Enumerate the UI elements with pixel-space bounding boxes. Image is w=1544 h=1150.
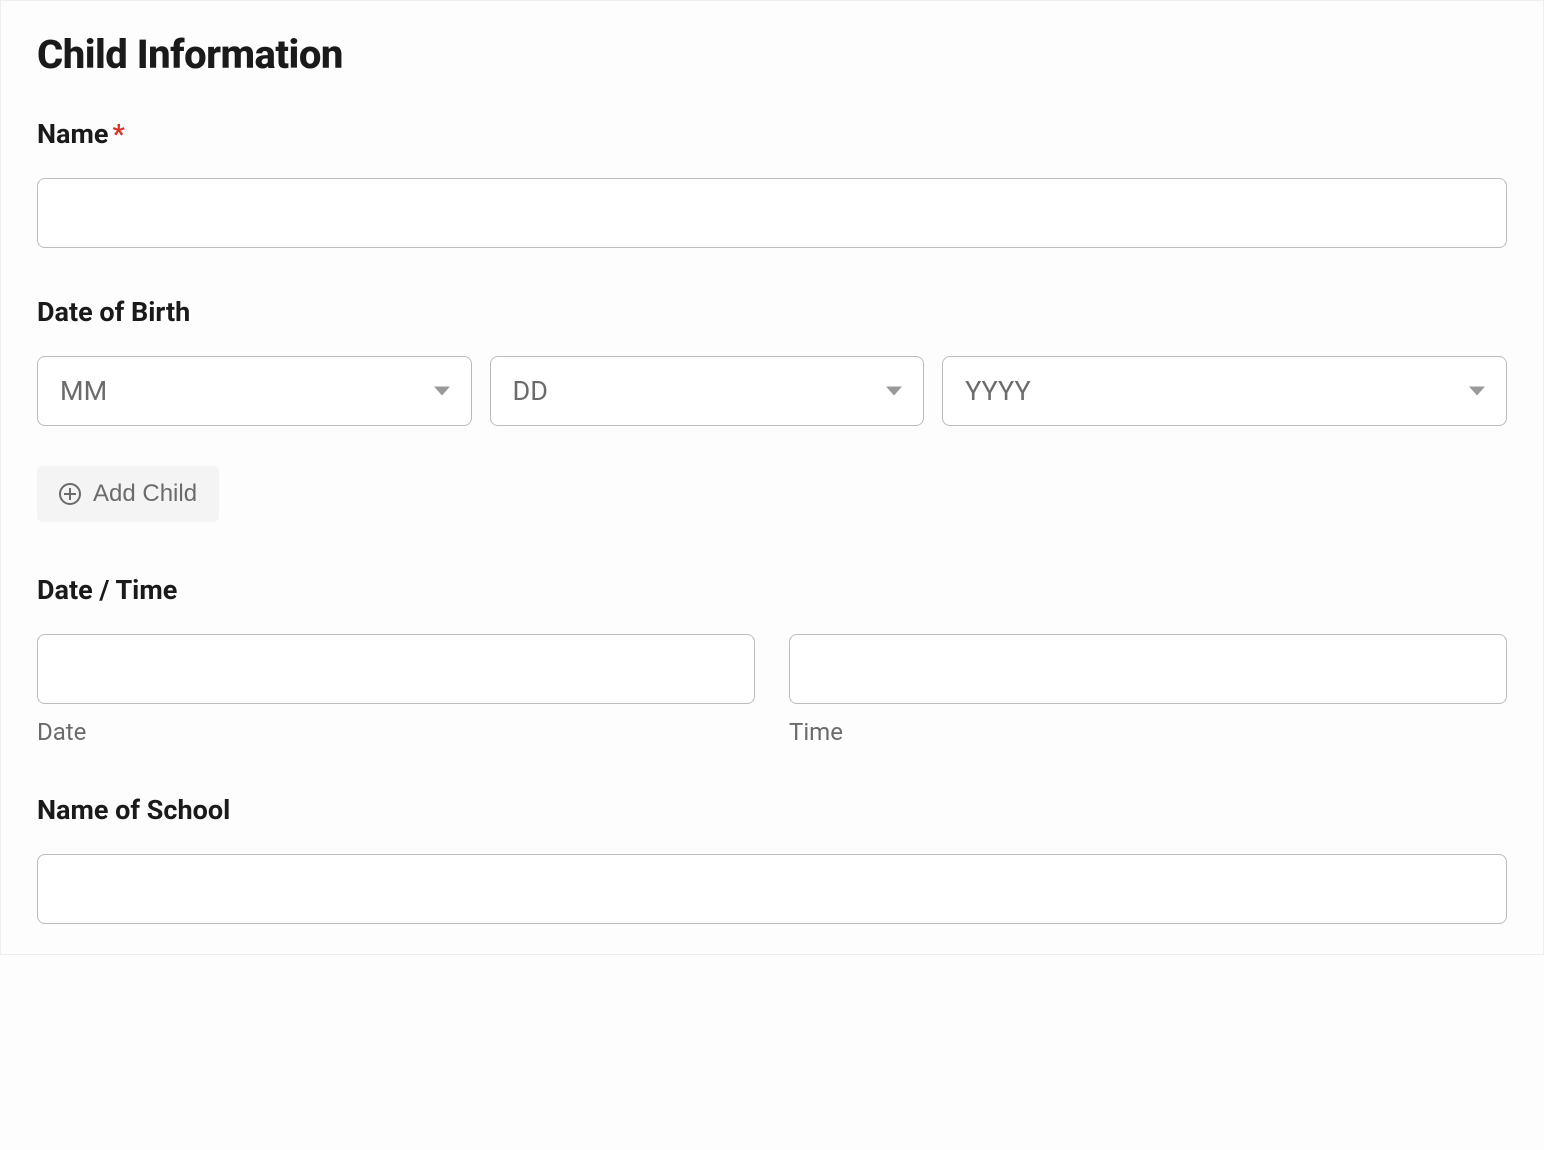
date-column: Date [37, 634, 755, 746]
dob-month-select-wrap: MM [37, 356, 472, 426]
name-input[interactable] [37, 178, 1507, 248]
add-child-button[interactable]: Add Child [37, 466, 219, 522]
dob-year-select-wrap: YYYY [942, 356, 1507, 426]
datetime-row: Date Time [37, 634, 1507, 746]
time-sublabel: Time [789, 718, 1507, 746]
time-input[interactable] [789, 634, 1507, 704]
plus-circle-icon [59, 483, 81, 505]
time-column: Time [789, 634, 1507, 746]
dob-label: Date of Birth [37, 296, 1507, 328]
dob-year-select[interactable]: YYYY [942, 356, 1507, 426]
required-asterisk: * [112, 118, 124, 150]
dob-day-select[interactable]: DD [490, 356, 925, 426]
name-label: Name* [37, 118, 1507, 150]
datetime-field-group: Date / Time Date Time [37, 574, 1507, 746]
school-field-group: Name of School [37, 794, 1507, 924]
section-title: Child Information [37, 31, 1507, 78]
datetime-label: Date / Time [37, 574, 1507, 606]
dob-row: MM DD YYYY [37, 356, 1507, 426]
name-field-group: Name* [37, 118, 1507, 248]
add-child-label: Add Child [93, 480, 197, 508]
name-label-text: Name [37, 118, 108, 150]
dob-month-select[interactable]: MM [37, 356, 472, 426]
school-input[interactable] [37, 854, 1507, 924]
dob-field-group: Date of Birth MM DD YYYY [37, 296, 1507, 426]
dob-day-select-wrap: DD [490, 356, 925, 426]
date-sublabel: Date [37, 718, 755, 746]
date-input[interactable] [37, 634, 755, 704]
school-label: Name of School [37, 794, 1507, 826]
